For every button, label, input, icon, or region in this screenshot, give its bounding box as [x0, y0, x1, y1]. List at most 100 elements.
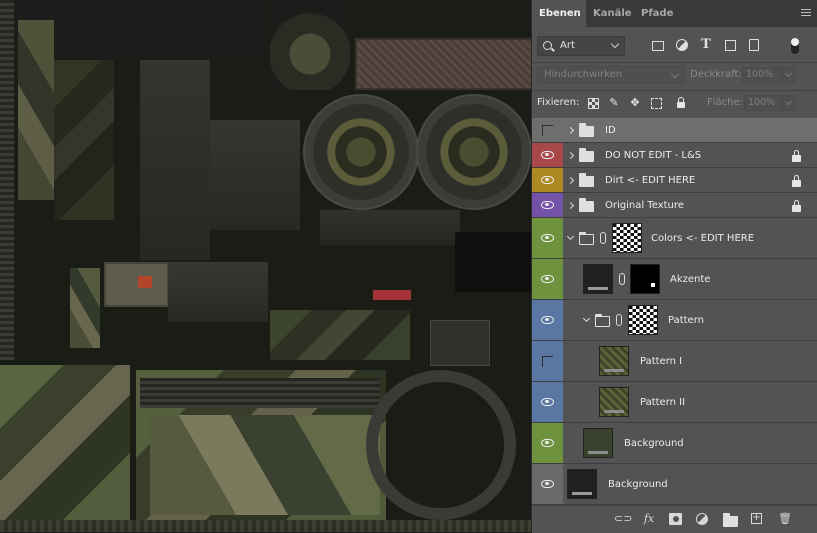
mask-thumbnail[interactable]	[612, 223, 642, 253]
visibility-toggle[interactable]	[532, 259, 563, 299]
vent-strip	[0, 0, 14, 360]
chevron-down-icon[interactable]	[566, 232, 575, 241]
visibility-toggle[interactable]	[532, 193, 563, 217]
chevron-right-icon[interactable]	[566, 126, 575, 135]
layer-thumbnail[interactable]	[599, 346, 629, 376]
image-filter-icon[interactable]	[652, 41, 664, 51]
filter-kind-select[interactable]: Art	[537, 36, 625, 56]
lock-paint-icon[interactable]: ✎	[608, 97, 620, 109]
mask-thumbnail[interactable]	[628, 305, 658, 335]
folder-icon	[579, 123, 594, 137]
lock-position-icon[interactable]: ✥	[629, 97, 641, 109]
adjustment-filter-icon[interactable]	[676, 39, 688, 51]
new-group-icon[interactable]	[723, 513, 738, 527]
opacity-input[interactable]: 100%	[742, 67, 782, 83]
mask-thumbnail[interactable]	[630, 264, 660, 294]
divider	[532, 62, 817, 63]
visibility-toggle[interactable]	[532, 423, 563, 463]
document-canvas[interactable]	[0, 0, 531, 532]
tab-pfade[interactable]: Pfade	[634, 0, 674, 27]
camo-strip-2	[70, 268, 100, 348]
visibility-toggle[interactable]	[532, 300, 563, 340]
layer-row-id[interactable]: ID	[532, 118, 817, 143]
layer-row-akzente[interactable]: Akzente	[532, 259, 817, 300]
layer-name: Background	[608, 479, 668, 490]
layer-name: DO NOT EDIT - L&S	[605, 150, 702, 161]
layer-thumbnail[interactable]	[583, 264, 613, 294]
folder-open-icon	[579, 232, 594, 245]
camo-strip-3	[270, 310, 410, 360]
opacity-label: Deckkraft:	[690, 69, 742, 80]
chevron-down-icon[interactable]	[582, 314, 591, 323]
layer-row-pattern-ii[interactable]: Pattern II	[532, 382, 817, 423]
type-filter-icon[interactable]: T	[700, 38, 712, 51]
eye-icon	[541, 439, 554, 447]
chevron-right-icon[interactable]	[566, 151, 575, 160]
layers-panel: Ebenen Kanäle Pfade Art T Hindurchwirken…	[531, 0, 817, 533]
layer-name: Pattern II	[640, 397, 686, 408]
chevron-right-icon[interactable]	[566, 201, 575, 210]
camo-plate	[150, 415, 380, 515]
visibility-toggle[interactable]	[532, 168, 563, 192]
lock-icon	[792, 200, 801, 212]
visibility-toggle[interactable]	[532, 464, 563, 504]
lock-pixels-icon[interactable]	[588, 98, 599, 109]
layer-thumbnail[interactable]	[567, 469, 597, 499]
ring-part	[366, 370, 516, 520]
visibility-toggle[interactable]	[532, 143, 563, 167]
lock-row: Fixieren: ✎ ✥ Fläche: 100%	[532, 95, 817, 113]
layer-row-pattern[interactable]: Pattern	[532, 300, 817, 341]
visibility-toggle[interactable]	[532, 382, 563, 422]
layer-row-dirt[interactable]: Dirt <- EDIT HERE	[532, 168, 817, 193]
adjustment-layer-icon[interactable]	[696, 513, 708, 525]
chevron-right-icon[interactable]	[566, 176, 575, 185]
filter-row: Art T	[532, 36, 817, 58]
layer-row-colors[interactable]: Colors <- EDIT HERE	[532, 218, 817, 259]
layer-thumbnail[interactable]	[583, 428, 613, 458]
layer-name: Pattern	[668, 315, 704, 326]
opacity-dropdown-button[interactable]	[782, 67, 795, 83]
search-icon	[543, 41, 552, 50]
panel-menu-icon[interactable]	[801, 9, 811, 17]
lock-artboard-icon[interactable]	[651, 98, 662, 109]
layer-name: Colors <- EDIT HERE	[651, 233, 755, 244]
filter-toggle[interactable]	[791, 38, 799, 54]
visibility-toggle[interactable]	[532, 218, 563, 258]
layer-row-pattern-i[interactable]: Pattern I	[532, 341, 817, 382]
layer-row-do-not-edit[interactable]: DO NOT EDIT - L&S	[532, 143, 817, 168]
blend-mode-value: Hindurchwirken	[544, 69, 623, 80]
tab-ebenen[interactable]: Ebenen	[532, 0, 586, 27]
layer-thumbnail[interactable]	[599, 387, 629, 417]
layer-row-background[interactable]: Background	[532, 464, 817, 505]
fill-input[interactable]: 100%	[744, 95, 782, 111]
link-icon	[616, 314, 622, 326]
shape-filter-icon[interactable]	[725, 40, 736, 51]
layer-style-icon[interactable]: fx	[642, 513, 656, 525]
eye-hidden-icon	[542, 125, 553, 136]
box-part	[168, 262, 268, 322]
eye-icon	[541, 151, 554, 159]
metal-panel	[140, 60, 210, 260]
delete-layer-icon[interactable]: 🗑	[778, 513, 792, 525]
tab-kanaele[interactable]: Kanäle	[586, 0, 632, 27]
folder-icon	[579, 173, 594, 187]
rail-part	[320, 210, 460, 245]
add-mask-icon[interactable]	[669, 513, 682, 525]
layer-row-background-green[interactable]: Background	[532, 423, 817, 464]
link-layers-icon[interactable]: ⊂⊃	[614, 513, 632, 525]
panel-tab-bar: Ebenen Kanäle Pfade	[532, 0, 817, 27]
fill-dropdown-button[interactable]	[782, 95, 795, 111]
visibility-toggle[interactable]	[532, 118, 563, 142]
eye-icon	[541, 398, 554, 406]
new-layer-icon[interactable]: +	[751, 513, 762, 524]
lock-all-icon[interactable]	[677, 97, 685, 108]
smart-object-filter-icon[interactable]	[749, 39, 759, 51]
folder-icon	[579, 198, 594, 212]
red-light	[373, 290, 411, 300]
layer-name: ID	[605, 125, 616, 136]
blend-mode-select[interactable]: Hindurchwirken	[537, 66, 685, 84]
layer-row-original-texture[interactable]: Original Texture	[532, 193, 817, 218]
visibility-toggle[interactable]	[532, 341, 563, 381]
hatch-panel	[104, 262, 169, 307]
black-block	[455, 232, 531, 292]
